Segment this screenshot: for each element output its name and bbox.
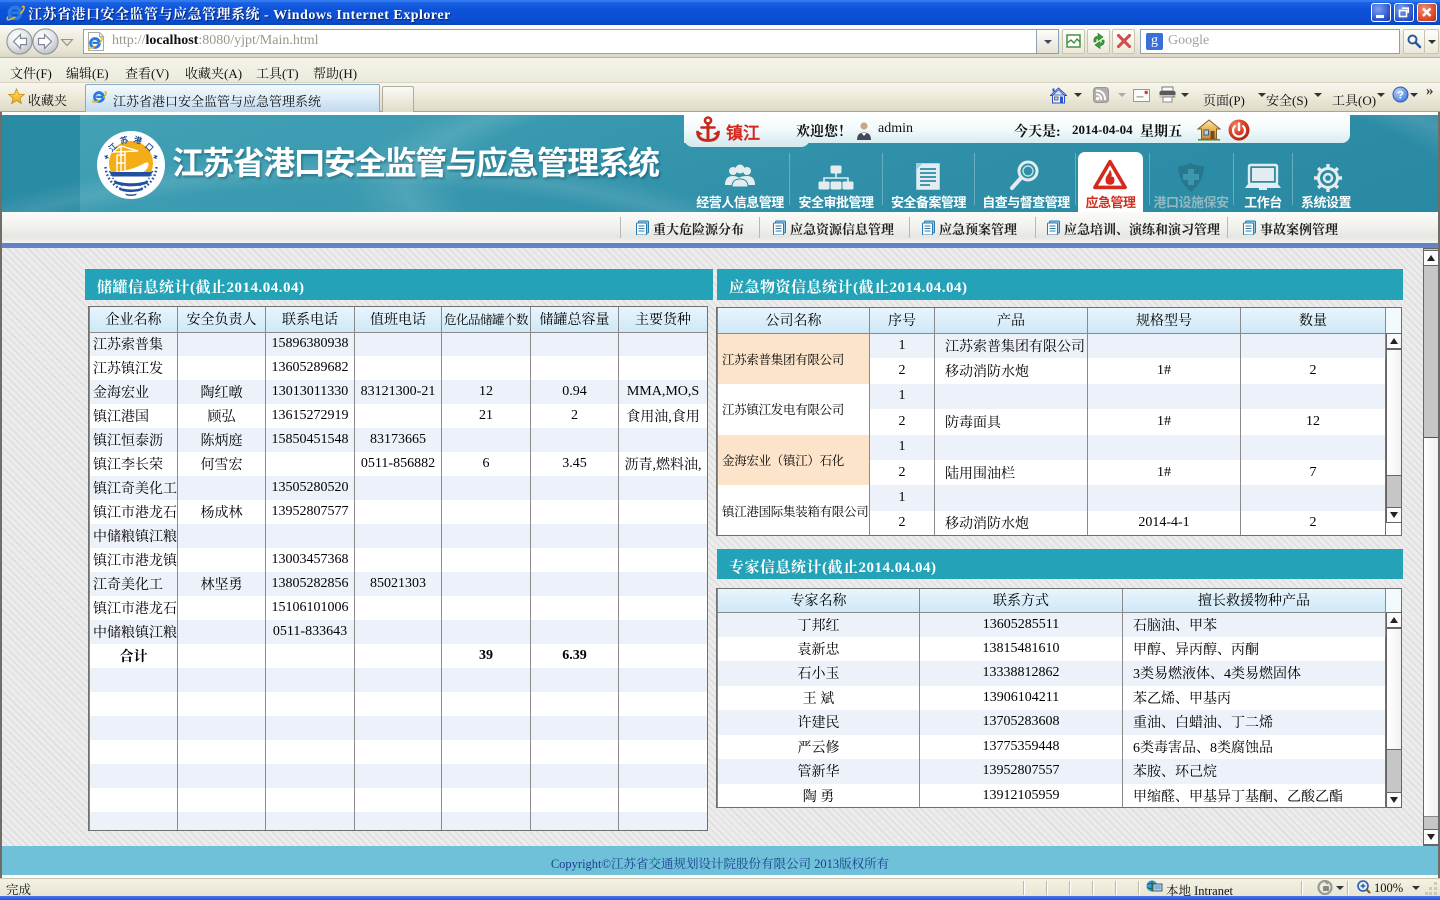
svg-text:?: ? xyxy=(1397,90,1404,102)
